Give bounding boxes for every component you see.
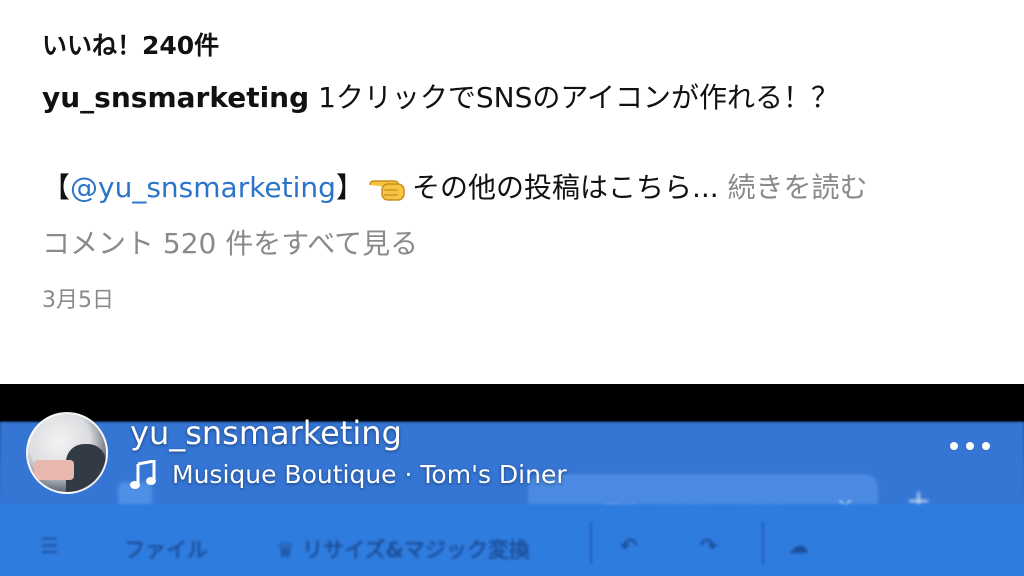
reel-username[interactable]: yu_snsmarketing bbox=[130, 414, 402, 452]
music-note-icon bbox=[130, 460, 156, 489]
caption-text: 1クリックでSNSのアイコンが作れる！？ bbox=[318, 81, 839, 114]
caption-more-posts: その他の投稿はこちら... bbox=[411, 171, 719, 204]
bracket-close: 】 bbox=[335, 171, 364, 204]
more-horizontal-icon[interactable] bbox=[946, 436, 994, 456]
avatar-laptop bbox=[34, 460, 74, 480]
view-all-comments-link[interactable]: コメント 520 件をすべて見る bbox=[42, 222, 418, 262]
pointing-hand-icon bbox=[369, 180, 405, 201]
avatar[interactable] bbox=[26, 412, 108, 494]
post-date: 3月5日 bbox=[42, 288, 114, 313]
bg-resize-menu: ♛ リサイズ&マジック変換 bbox=[276, 538, 530, 562]
bg-file-menu: ファイル bbox=[124, 538, 208, 562]
bg-undo-icon: ↶ bbox=[620, 534, 638, 558]
bg-redo-icon: ↷ bbox=[700, 534, 718, 558]
bracket-open: 【 bbox=[42, 171, 71, 204]
reel-video[interactable]: 再生 - 1920 × 1080... × + ☰ ファイル ♛ リサイズ&マジ… bbox=[0, 384, 1024, 576]
bg-separator bbox=[590, 522, 592, 564]
bg-cloud-icon: ☁ bbox=[788, 534, 809, 558]
caption-username[interactable]: yu_snsmarketing bbox=[42, 81, 309, 114]
mention-link[interactable]: @yu_snsmarketing bbox=[70, 171, 336, 204]
bg-separator bbox=[762, 522, 764, 564]
likes-count[interactable]: いいね！240件 bbox=[42, 26, 219, 62]
bg-menu-icon: ☰ bbox=[40, 534, 59, 558]
read-more-link[interactable]: 続きを読む bbox=[728, 171, 868, 204]
caption-second-line: 【@yu_snsmarketing】 その他の投稿はこちら... 続きを読む bbox=[42, 166, 868, 206]
bg-toolbar: ☰ ファイル ♛ リサイズ&マジック変換 ↶ ↷ ☁ bbox=[0, 504, 1024, 576]
post-caption-area: いいね！240件 yu_snsmarketing 1クリックでSNSのアイコンが… bbox=[0, 0, 1024, 384]
caption-first-line: yu_snsmarketing 1クリックでSNSのアイコンが作れる！？ bbox=[42, 76, 839, 116]
reel-music-title[interactable]: Musique Boutique · Tom's Diner bbox=[172, 460, 567, 489]
